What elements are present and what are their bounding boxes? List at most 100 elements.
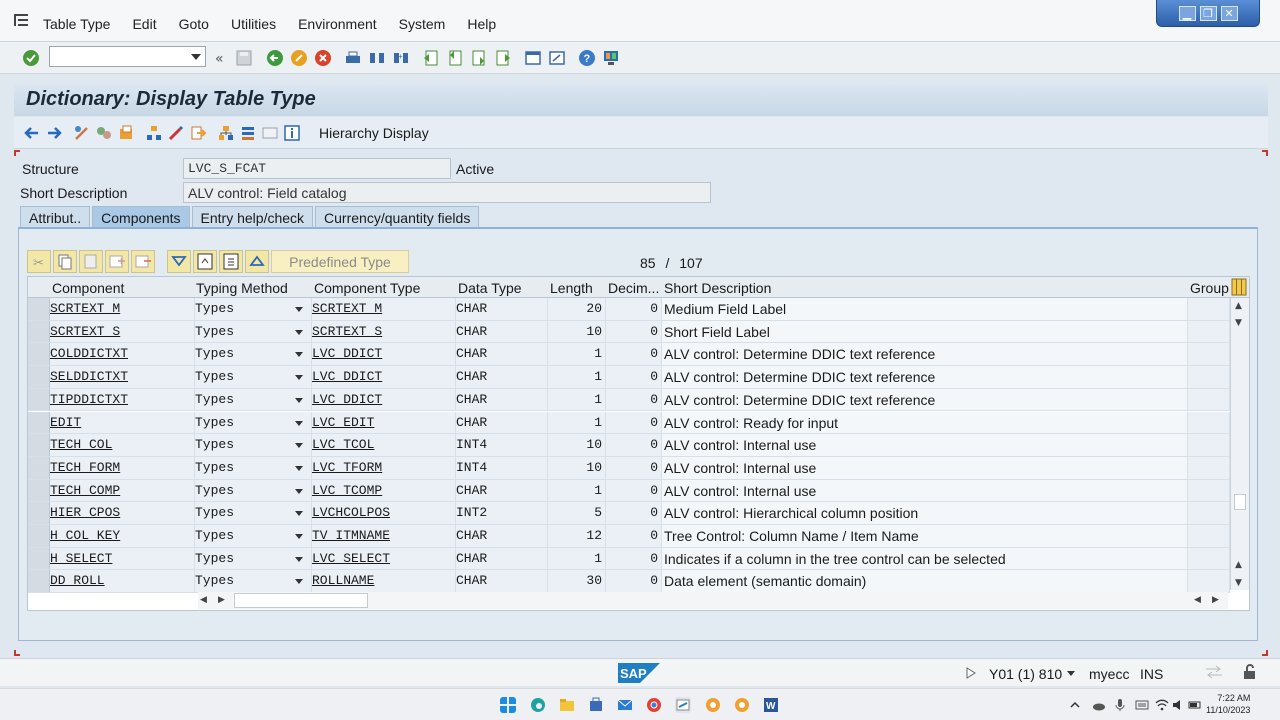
delete-row-button[interactable] — [131, 250, 155, 273]
stack-icon[interactable] — [239, 124, 257, 142]
cell-component[interactable]: SCRTEXT_S — [50, 320, 195, 343]
cell-dec[interactable]: 0 — [606, 570, 662, 593]
system-menu-icon[interactable] — [14, 14, 28, 26]
screen-icon[interactable] — [261, 124, 279, 142]
cell-desc[interactable]: Indicates if a column in the tree contro… — [662, 547, 1188, 570]
cell-dtype[interactable]: CHAR — [456, 320, 548, 343]
cell-dtype[interactable]: INT4 — [456, 434, 548, 456]
chevron-down-icon[interactable] — [191, 54, 201, 60]
row-selector[interactable] — [28, 388, 50, 411]
column-header[interactable]: Length — [550, 280, 593, 296]
cell-desc[interactable]: ALV control: Determine DDIC text referen… — [662, 388, 1188, 411]
row-selector[interactable] — [28, 547, 50, 570]
row-selector[interactable] — [28, 502, 50, 524]
cell-ctype[interactable]: SCRTEXT_S — [312, 320, 456, 343]
save-icon[interactable] — [235, 49, 253, 67]
tab-attribut[interactable]: Attribut.. — [20, 206, 91, 228]
arrow-right-icon[interactable] — [45, 124, 63, 142]
row-selector[interactable] — [28, 298, 50, 320]
cell-dec[interactable]: 0 — [606, 525, 662, 547]
menu-goto[interactable]: Goto — [179, 16, 209, 32]
cell-typing[interactable]: Types — [195, 479, 312, 502]
menu-edit[interactable]: Edit — [132, 16, 156, 32]
cell-group[interactable] — [1188, 434, 1230, 456]
cell-dtype[interactable]: CHAR — [456, 570, 548, 593]
cell-typing[interactable]: Types — [195, 547, 312, 570]
table-row[interactable]: TECH_FORM Types LVC_TFORM INT4 10 0 ALV contro… — [28, 456, 1230, 480]
cell-ctype[interactable]: LVC_DDICT — [312, 388, 456, 411]
cell-ctype[interactable]: LVC_TFORM — [312, 456, 456, 479]
table-row[interactable]: SCRTEXT_M Types SCRTEXT_M CHAR 20 0 Medium Fie… — [28, 298, 1230, 321]
cell-ctype[interactable]: LVC_DDICT — [312, 366, 456, 388]
cell-group[interactable] — [1188, 320, 1230, 343]
cell-dec[interactable]: 0 — [606, 320, 662, 343]
cell-dec[interactable]: 0 — [606, 298, 662, 320]
cell-group[interactable] — [1188, 388, 1230, 411]
cell-dec[interactable]: 0 — [606, 366, 662, 388]
close-button[interactable]: ✕ — [1220, 5, 1238, 21]
cell-desc[interactable]: Medium Field Label — [662, 298, 1188, 320]
column-settings-icon[interactable] — [1231, 278, 1247, 296]
column-header[interactable]: Component Type — [314, 280, 420, 296]
sap-gui-icon[interactable] — [705, 697, 721, 713]
table-row[interactable]: TECH_COL Types LVC_TCOL INT4 10 0 ALV control:… — [28, 434, 1230, 457]
cell-typing[interactable]: Types — [195, 434, 312, 456]
cell-typing[interactable]: Types — [195, 366, 312, 388]
cell-dec[interactable]: 0 — [606, 547, 662, 570]
row-selector[interactable] — [28, 320, 50, 343]
cell-typing[interactable]: Types — [195, 411, 312, 434]
cell-group[interactable] — [1188, 525, 1230, 547]
table-row[interactable]: COLDDICTXT Types LVC_DDICT CHAR 1 0 ALV contro… — [28, 343, 1230, 367]
cell-desc[interactable]: ALV control: Determine DDIC text referen… — [662, 366, 1188, 388]
cell-typing[interactable]: Types — [195, 456, 312, 479]
cell-desc[interactable]: ALV control: Internal use — [662, 456, 1188, 479]
cell-group[interactable] — [1188, 411, 1230, 434]
table-row[interactable]: DD_ROLL Types ROLLNAME CHAR 30 0 Data element … — [28, 570, 1230, 594]
chevron-down-icon[interactable] — [295, 397, 303, 403]
chevron-down-icon[interactable] — [295, 488, 303, 494]
windows-start-icon[interactable] — [500, 697, 516, 713]
display-change-icon[interactable] — [73, 124, 91, 142]
cell-dtype[interactable]: CHAR — [456, 479, 548, 502]
table-row[interactable]: TECH_COMP Types LVC_TCOMP CHAR 1 0 ALV control… — [28, 479, 1230, 503]
cell-length[interactable]: 12 — [548, 525, 606, 547]
cell-dtype[interactable]: CHAR — [456, 298, 548, 320]
cell-typing[interactable]: Types — [195, 525, 312, 547]
store-icon[interactable] — [588, 697, 604, 713]
cell-component[interactable]: DD_ROLL — [50, 570, 195, 593]
cell-component[interactable]: HIER_CPOS — [50, 502, 195, 524]
row-selector[interactable] — [28, 456, 50, 479]
tab-entry-help-check[interactable]: Entry help/check — [191, 206, 314, 228]
cell-length[interactable]: 30 — [548, 570, 606, 593]
chevron-down-icon[interactable] — [295, 534, 303, 539]
cell-component[interactable]: TECH_COL — [50, 434, 195, 456]
chevron-down-icon[interactable] — [295, 579, 303, 585]
page-button[interactable] — [219, 250, 243, 273]
cell-length[interactable]: 10 — [548, 320, 606, 343]
cell-dec[interactable]: 0 — [606, 502, 662, 524]
cell-component[interactable]: H_COL_KEY — [50, 525, 195, 547]
cell-ctype[interactable]: TV_ITMNAME — [312, 525, 456, 547]
cell-typing[interactable]: Types — [195, 343, 312, 366]
help-icon[interactable]: ? — [578, 49, 596, 67]
row-selector[interactable] — [28, 343, 50, 366]
cell-dtype[interactable]: CHAR — [456, 343, 548, 366]
cell-typing[interactable]: Types — [195, 320, 312, 343]
horizontal-scrollbar[interactable]: ◀ ▶ ◀ ▶ — [198, 592, 1228, 609]
cell-dec[interactable]: 0 — [606, 411, 662, 434]
short-description-field[interactable]: ALV control: Field catalog — [183, 182, 711, 203]
chevron-down-icon[interactable] — [295, 556, 303, 562]
cell-length[interactable]: 1 — [548, 411, 606, 434]
tab-currency-quantity-fields[interactable]: Currency/quantity fields — [315, 206, 480, 228]
chevron-down-icon[interactable] — [295, 375, 303, 381]
column-header[interactable]: Component — [52, 280, 124, 296]
cell-ctype[interactable]: LVC_TCOL — [312, 434, 456, 456]
lock-icon[interactable] — [1242, 664, 1260, 680]
scroll-up-icon[interactable]: ▲ — [1235, 301, 1242, 311]
first-page-icon[interactable] — [422, 49, 440, 67]
table-row[interactable]: SCRTEXT_S Types SCRTEXT_S CHAR 10 0 Short Fiel… — [28, 320, 1230, 344]
cell-dtype[interactable]: CHAR — [456, 525, 548, 547]
collapse-icon[interactable]: « — [213, 49, 231, 67]
cell-group[interactable] — [1188, 343, 1230, 366]
table-row[interactable]: H_SELECT Types LVC_SELECT CHAR 1 0 Indicates i… — [28, 547, 1230, 571]
